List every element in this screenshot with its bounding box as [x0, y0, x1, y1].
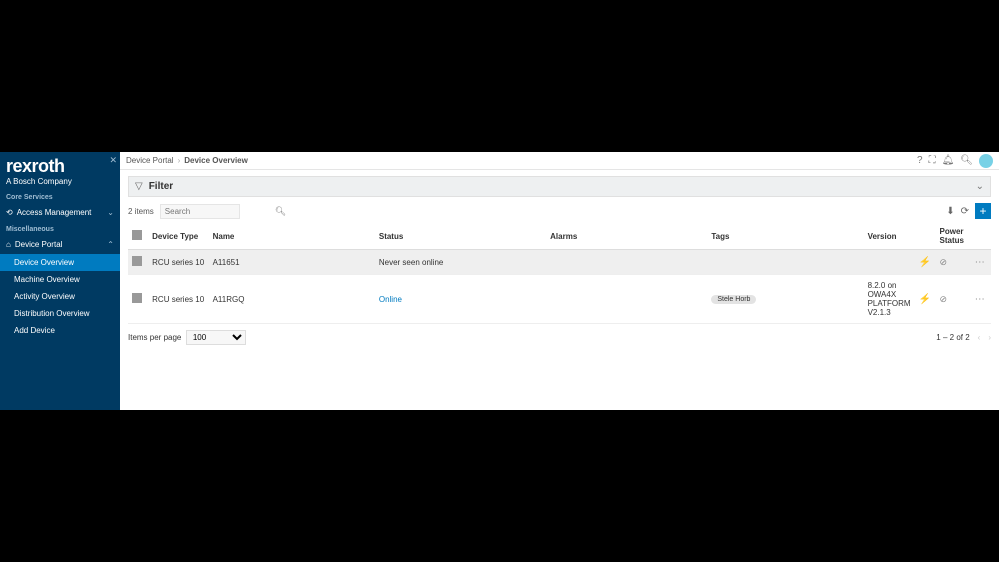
- table-row[interactable]: RCU series 10 A11651 Never seen online ⚡…: [128, 250, 991, 275]
- topbar-icons: ? ⛶ 🔔︎ 🔍︎: [917, 154, 993, 168]
- table-row[interactable]: RCU series 10 A11RGQ Online Stele Horb 8…: [128, 275, 991, 324]
- sidebar: ✕ rexroth A Bosch Company Core Services …: [0, 152, 120, 410]
- cell-device-type: RCU series 10: [148, 250, 208, 275]
- tag-badge: Stele Horb: [711, 295, 756, 304]
- items-per-page-select[interactable]: 100: [186, 330, 246, 345]
- row-checkbox[interactable]: [132, 256, 142, 266]
- pager-range: 1 – 2 of 2: [936, 333, 969, 342]
- add-button[interactable]: +: [975, 203, 991, 219]
- close-sidebar-icon[interactable]: ✕: [109, 155, 117, 166]
- brand-subtitle: A Bosch Company: [6, 177, 114, 186]
- help-icon[interactable]: ?: [917, 155, 923, 166]
- sidebar-item-distribution-overview[interactable]: Distribution Overview: [0, 305, 120, 322]
- row-checkbox[interactable]: [132, 293, 142, 303]
- refresh-icon[interactable]: ⟳: [961, 206, 969, 217]
- access-icon: ⟲: [6, 208, 13, 217]
- bolt-icon: ⚡: [919, 257, 931, 268]
- cell-device-type: RCU series 10: [148, 275, 208, 324]
- toolbar: 2 items 🔍︎ ⬇ ⟳ +: [128, 203, 991, 219]
- bolt-icon: ⚡: [919, 294, 931, 305]
- filter-bar[interactable]: ▽ Filter ⌄: [128, 176, 991, 197]
- cell-tags: Stele Horb: [707, 275, 863, 324]
- bell-icon[interactable]: 🔔︎: [942, 155, 955, 166]
- cell-name: A11RGQ: [209, 275, 375, 324]
- content: ▽ Filter ⌄ 2 items 🔍︎ ⬇ ⟳ +: [120, 170, 999, 410]
- cell-alarms: [546, 250, 707, 275]
- brand-logo: rexroth: [6, 156, 114, 177]
- pager-next-icon[interactable]: ›: [988, 333, 991, 342]
- cell-status[interactable]: Online: [379, 295, 402, 304]
- items-per-page-label: Items per page: [128, 333, 181, 342]
- cell-status: Never seen online: [375, 250, 546, 275]
- section-core-services: Core Services: [0, 190, 120, 203]
- main-panel: Device Portal › Device Overview ? ⛶ 🔔︎ 🔍…: [120, 152, 999, 410]
- filter-label: Filter: [149, 181, 173, 192]
- sidebar-item-activity-overview[interactable]: Activity Overview: [0, 288, 120, 305]
- col-status[interactable]: Status: [375, 223, 546, 250]
- expand-icon[interactable]: ⛶: [929, 155, 936, 166]
- col-alarms[interactable]: Alarms: [546, 223, 707, 250]
- breadcrumb-separator: ›: [178, 156, 181, 165]
- search-icon[interactable]: 🔍︎: [960, 155, 973, 166]
- breadcrumb-current: Device Overview: [184, 156, 248, 165]
- chevron-down-icon: ⌄: [107, 208, 114, 217]
- search-icon[interactable]: 🔍︎: [275, 206, 286, 217]
- nav-device-portal[interactable]: ⌂Device Portal ⌃: [0, 235, 120, 254]
- breadcrumb: Device Portal › Device Overview: [126, 156, 248, 165]
- col-power-status[interactable]: Power Status: [936, 223, 971, 250]
- search-input[interactable]: [165, 207, 275, 216]
- app-root: ✕ rexroth A Bosch Company Core Services …: [0, 152, 999, 410]
- row-actions-icon[interactable]: ⋯: [975, 257, 986, 268]
- col-name[interactable]: Name: [209, 223, 375, 250]
- pager-prev-icon[interactable]: ‹: [978, 333, 981, 342]
- download-icon[interactable]: ⬇: [946, 206, 954, 217]
- sidebar-item-machine-overview[interactable]: Machine Overview: [0, 271, 120, 288]
- breadcrumb-root[interactable]: Device Portal: [126, 156, 174, 165]
- cell-alarms: [546, 275, 707, 324]
- pager: Items per page 100 1 – 2 of 2 ‹ ›: [128, 324, 991, 351]
- device-icon: ⌂: [6, 240, 11, 249]
- section-miscellaneous: Miscellaneous: [0, 222, 120, 235]
- nav-access-management[interactable]: ⟲Access Management ⌄: [0, 203, 120, 222]
- cell-version: 8.2.0 on OWA4X PLATFORM V2.1.3: [864, 275, 915, 324]
- col-version[interactable]: Version: [864, 223, 915, 250]
- cell-name: A11651: [209, 250, 375, 275]
- col-device-type[interactable]: Device Type: [148, 223, 208, 250]
- device-table: Device Type Name Status Alarms Tags Vers…: [128, 223, 991, 324]
- brand: rexroth A Bosch Company: [0, 152, 120, 190]
- chevron-down-icon: ⌄: [976, 181, 984, 192]
- sidebar-item-add-device[interactable]: Add Device: [0, 322, 120, 339]
- topbar: Device Portal › Device Overview ? ⛶ 🔔︎ 🔍…: [120, 152, 999, 170]
- cell-version: [864, 250, 915, 275]
- avatar[interactable]: [979, 154, 993, 168]
- search-box[interactable]: 🔍︎: [160, 204, 240, 219]
- select-all-checkbox[interactable]: [132, 230, 142, 240]
- table-header-row: Device Type Name Status Alarms Tags Vers…: [128, 223, 991, 250]
- row-actions-icon[interactable]: ⋯: [975, 294, 986, 305]
- cell-tags: [707, 250, 863, 275]
- chevron-up-icon: ⌃: [107, 240, 114, 249]
- power-status-icon: ⊘: [940, 294, 948, 304]
- power-status-icon: ⊘: [940, 257, 948, 267]
- sidebar-item-device-overview[interactable]: Device Overview: [0, 254, 120, 271]
- items-count: 2 items: [128, 207, 154, 216]
- col-tags[interactable]: Tags: [707, 223, 863, 250]
- filter-icon: ▽: [135, 181, 143, 192]
